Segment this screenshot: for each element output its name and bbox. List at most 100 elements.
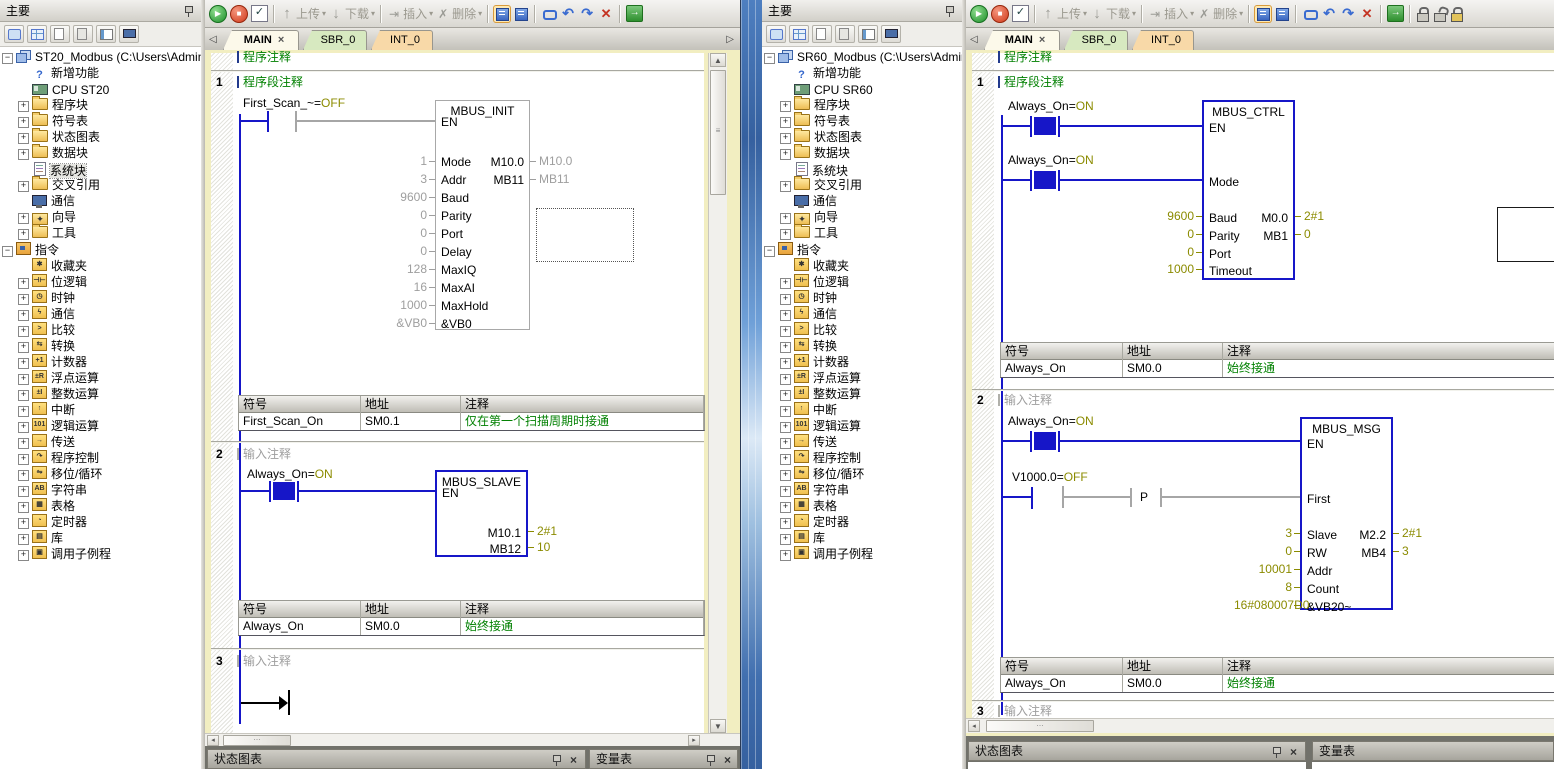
tree-tool-monitor-icon[interactable] [881,25,901,43]
close-icon[interactable]: × [570,754,577,766]
ladder-block-mbus_slave[interactable]: MBUS_SLAVEENM10.1MB12 [435,470,528,557]
tab-scroll-right-icon[interactable]: ▷ [726,34,734,46]
tree-item-integer-math[interactable]: +±I整数运算 [762,386,962,402]
scroll-right-icon[interactable]: ▸ [688,735,700,746]
compile-button[interactable]: ✓ [251,5,268,22]
expand-icon[interactable]: + [18,133,29,144]
redo-button[interactable]: ↷ [579,6,595,22]
delete-network-button[interactable]: ✕ [1359,6,1375,22]
tree-tool-table-icon[interactable] [789,25,809,43]
collapse-icon[interactable]: − [764,246,775,257]
goto-button[interactable]: → [626,5,643,22]
expand-icon[interactable]: + [18,117,29,128]
close-icon[interactable]: × [724,754,731,766]
tree-item-program-control[interactable]: +↷程序控制 [0,450,201,466]
goto-button[interactable]: → [1387,5,1404,22]
tree-item-clock[interactable]: +◷时钟 [762,290,962,306]
empty-box-partial[interactable] [1497,207,1554,262]
expand-icon[interactable]: + [18,101,29,112]
tree-item-cross-reference[interactable]: +交叉引用 [762,178,962,194]
pin-icon[interactable] [552,754,561,766]
expand-icon[interactable]: + [18,438,29,449]
tree-tool-notes-icon[interactable] [96,25,116,43]
ladder-block-mbus_msg[interactable]: MBUS_MSGENFirstSlaveM2.2RWMB4AddrCount&V… [1300,417,1393,610]
tree-item-shift-rotate[interactable]: +⇋移位/循环 [762,466,962,482]
tree-item-string[interactable]: +AB字符串 [762,482,962,498]
pin-icon[interactable] [184,5,193,17]
tree-item-wizard[interactable]: +✦向导 [762,210,962,226]
tree-item-system-block[interactable]: 系统块 [762,162,962,178]
tree-tool-table-icon[interactable] [27,25,47,43]
tree-item-interrupt[interactable]: +↑中断 [0,402,201,418]
expand-icon[interactable]: + [780,406,791,417]
expand-icon[interactable]: + [780,486,791,497]
tree-tool-report-icon[interactable] [73,25,93,43]
right-status-chart-panel[interactable]: 状态图表 × [968,741,1306,761]
expand-icon[interactable]: + [780,390,791,401]
tree-item-table[interactable]: +▦表格 [0,498,201,514]
tree-tool-window-icon[interactable] [766,25,786,43]
tree-item-project-root[interactable]: −ST20_Modbus (C:\Users\Adminis [0,50,201,66]
tree-item-bit-logic[interactable]: +⊣⊢位逻辑 [762,274,962,290]
tree-item-library[interactable]: +▤库 [762,530,962,546]
tab-int0[interactable]: INT_0 [1132,30,1194,50]
insert-button[interactable]: ⇥插入▾ [387,5,433,22]
dropdown-caret-icon[interactable]: ▾ [1132,9,1136,18]
dropdown-caret-icon[interactable]: ▾ [1190,9,1194,18]
expand-icon[interactable]: + [780,470,791,481]
tree-item-library[interactable]: +▤库 [0,530,201,546]
tree-item-float-math[interactable]: +±R浮点运算 [0,370,201,386]
tree-item-favorites[interactable]: ✱收藏夹 [0,258,201,274]
dropdown-caret-icon[interactable]: ▾ [371,9,375,18]
stop-button[interactable]: ■ [230,5,248,23]
expand-icon[interactable]: + [780,374,791,385]
expand-icon[interactable]: + [18,534,29,545]
pin-icon[interactable] [945,5,954,17]
pou-compare-button[interactable] [1274,6,1290,22]
pou-compare-button[interactable] [513,6,529,22]
expand-icon[interactable]: + [780,101,791,112]
tree-item-float-math[interactable]: +±R浮点运算 [762,370,962,386]
tree-item-logic-ops[interactable]: +101逻辑运算 [762,418,962,434]
tree-item-interrupt[interactable]: +↑中断 [762,402,962,418]
tree-item-data-block[interactable]: +数据块 [0,146,201,162]
tree-item-new-features[interactable]: ?新增功能 [762,66,962,82]
expand-icon[interactable]: + [780,294,791,305]
expand-icon[interactable]: + [780,518,791,529]
expand-icon[interactable]: + [780,326,791,337]
tree-item-compare[interactable]: +>比较 [0,322,201,338]
expand-icon[interactable]: + [18,422,29,433]
expand-icon[interactable]: + [780,149,791,160]
hscroll-thumb[interactable]: ⋯ [223,735,291,746]
tab-int0[interactable]: INT_0 [371,30,433,50]
expand-icon[interactable]: + [18,181,29,192]
dropdown-caret-icon[interactable]: ▾ [1239,9,1243,18]
scroll-up-icon[interactable]: ▲ [710,53,726,67]
left-variable-table-panel[interactable]: 变量表 × [589,749,738,769]
left-editor-hscrollbar[interactable]: ◂ ⋯ ▸ [205,733,740,747]
tree-item-call-subroutine[interactable]: +▣调用子例程 [0,546,201,562]
ladder-block-mbus_init[interactable]: MBUS_INITENModeM10.0AddrMB11BaudParityPo… [435,100,530,330]
expand-icon[interactable]: + [18,342,29,353]
expand-icon[interactable]: + [18,502,29,513]
close-icon[interactable]: × [1290,746,1297,758]
tree-item-symbol-table[interactable]: +符号表 [762,114,962,130]
tree-item-move[interactable]: +→传送 [0,434,201,450]
expand-icon[interactable]: + [18,310,29,321]
tree-item-convert[interactable]: +⇆转换 [762,338,962,354]
expand-icon[interactable]: + [18,229,29,240]
tree-item-comm-instr[interactable]: +ϟ通信 [0,306,201,322]
tree-item-string[interactable]: +AB字符串 [0,482,201,498]
expand-icon[interactable]: + [780,181,791,192]
download-button[interactable]: ↓下载▾ [1090,5,1136,22]
expand-icon[interactable]: + [780,342,791,353]
tab-close-icon[interactable]: × [278,34,284,46]
tree-item-table[interactable]: +▦表格 [762,498,962,514]
stop-button[interactable]: ■ [991,5,1009,23]
tree-item-wizard[interactable]: +✦向导 [0,210,201,226]
left-status-chart-panel[interactable]: 状态图表 × [207,749,586,769]
tab-scroll-left-icon[interactable]: ◁ [970,34,978,46]
expand-icon[interactable]: + [18,326,29,337]
tree-item-counter[interactable]: ++1计数器 [0,354,201,370]
expand-icon[interactable]: + [18,550,29,561]
